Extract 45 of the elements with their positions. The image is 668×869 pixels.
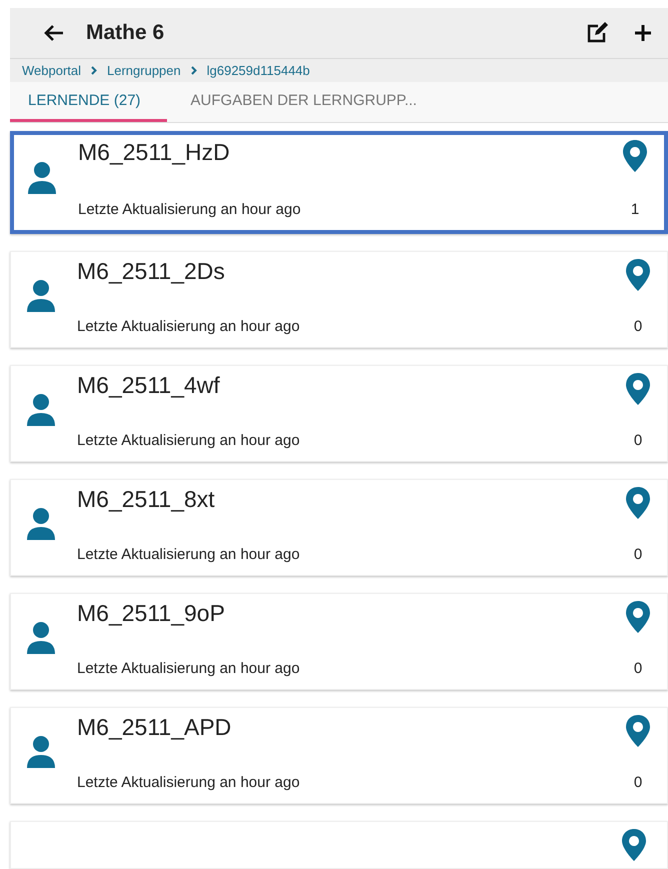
map-pin-icon[interactable] bbox=[625, 258, 651, 292]
student-card[interactable]: M6_2511_APD Letzte Aktualisierung an hour ago 0 bbox=[10, 707, 668, 804]
count-text: 1 bbox=[630, 201, 640, 218]
count-text: 0 bbox=[632, 774, 644, 791]
chevron-icon bbox=[190, 66, 197, 75]
person-icon bbox=[25, 734, 57, 770]
map-pin-icon[interactable] bbox=[622, 139, 648, 173]
tab[interactable]: AUFGABEN DER LERNGRUPP... bbox=[190, 82, 443, 122]
map-pin-icon[interactable] bbox=[625, 714, 651, 748]
person-icon bbox=[25, 392, 57, 428]
student-name: M6_2511_4wf bbox=[77, 372, 221, 400]
count-text: 0 bbox=[632, 318, 644, 335]
chevron-icon bbox=[91, 66, 98, 75]
student-card[interactable]: M6_2511_2Ds Letzte Aktualisierung an hour ago 0 bbox=[10, 251, 668, 348]
person-icon bbox=[25, 278, 57, 314]
count-text: 0 bbox=[632, 546, 644, 563]
last-update-text: Letzte Aktualisierung an hour ago bbox=[78, 201, 302, 218]
student-name: M6_2511_APD bbox=[77, 714, 232, 742]
student-name: M6_2511_8xt bbox=[77, 486, 216, 514]
student-card[interactable]: M6_2511_9oP Letzte Aktualisierung an hour ago 0 bbox=[10, 593, 668, 690]
last-update-text: Letzte Aktualisierung an hour ago bbox=[77, 660, 301, 677]
breadcrumb-link[interactable]: lg69259d115444b bbox=[206, 62, 310, 78]
page-title: Mathe 6 bbox=[86, 21, 166, 46]
student-card[interactable]: M6_2511_HzD Letzte Aktualisierung an hour ago 1 bbox=[10, 131, 668, 234]
person-icon bbox=[26, 160, 58, 196]
map-pin-icon[interactable] bbox=[625, 486, 651, 520]
student-name: M6_2511_9oP bbox=[77, 600, 226, 628]
person-icon bbox=[25, 620, 57, 656]
student-name: M6_2511_HzD bbox=[78, 139, 231, 167]
student-card[interactable]: M6_2511_8xt Letzte Aktualisierung an hour ago 0 bbox=[10, 479, 668, 576]
student-card[interactable]: M6_2511_4wf Letzte Aktualisierung an hour ago 0 bbox=[10, 365, 668, 462]
last-update-text: Letzte Aktualisierung an hour ago bbox=[77, 774, 301, 791]
breadcrumb-link[interactable]: Lerngruppen bbox=[107, 62, 181, 78]
last-update-text: Letzte Aktualisierung an hour ago bbox=[77, 318, 301, 335]
tab[interactable]: LERNENDE (27) bbox=[10, 82, 167, 122]
map-pin-icon[interactable] bbox=[625, 600, 651, 634]
breadcrumb-link[interactable]: Webportal bbox=[22, 62, 82, 78]
map-pin-icon[interactable] bbox=[625, 372, 651, 406]
map-pin-icon[interactable] bbox=[621, 828, 647, 862]
count-text: 0 bbox=[632, 432, 644, 449]
last-update-text: Letzte Aktualisierung an hour ago bbox=[77, 432, 301, 449]
count-text: 0 bbox=[632, 660, 644, 677]
person-icon bbox=[25, 506, 57, 542]
last-update-text: Letzte Aktualisierung an hour ago bbox=[77, 546, 301, 563]
student-name: M6_2511_2Ds bbox=[77, 258, 226, 286]
